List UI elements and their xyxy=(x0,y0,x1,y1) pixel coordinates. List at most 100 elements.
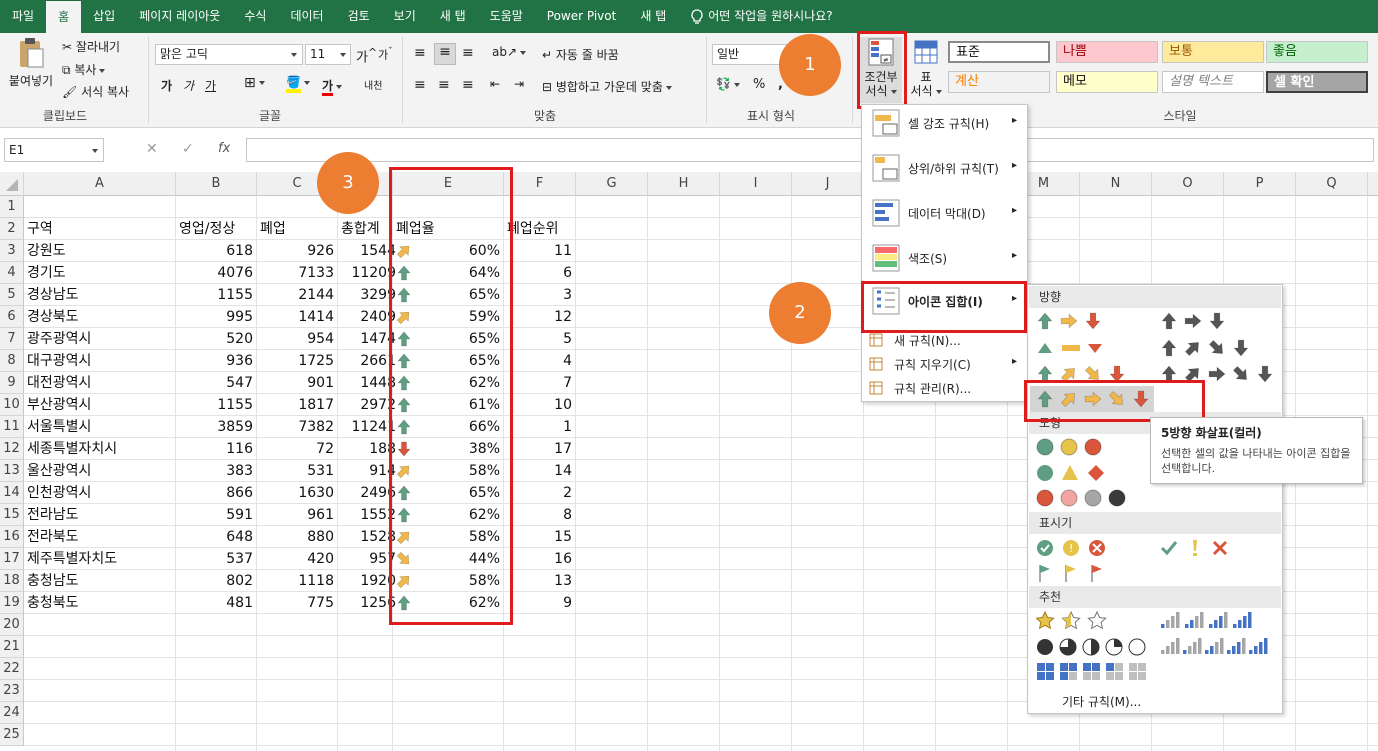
cell-open[interactable]: 1155 xyxy=(179,394,257,416)
row-header-5[interactable]: 5 xyxy=(0,284,24,306)
column-header-j[interactable]: J xyxy=(792,172,864,196)
icon-set-3-flags[interactable] xyxy=(1036,563,1112,586)
cell-region[interactable]: 경상남도 xyxy=(27,284,176,306)
enter-icon[interactable]: ✓ xyxy=(182,141,194,157)
tab-insert[interactable]: 삽입 xyxy=(81,0,127,33)
cell-region[interactable]: 전라북도 xyxy=(27,526,176,548)
icon-set-3-arrows-gray[interactable] xyxy=(1160,312,1232,333)
row-header-1[interactable]: 1 xyxy=(0,196,24,218)
icon-set-4-ratings[interactable] xyxy=(1160,611,1252,632)
tab-page-layout[interactable]: 페이지 레이아웃 xyxy=(127,0,232,33)
cell-rank[interactable]: 7 xyxy=(507,372,576,394)
row-header-15[interactable]: 15 xyxy=(0,504,24,526)
cell-open[interactable]: 3859 xyxy=(179,416,257,438)
cell-region[interactable]: 서울특별시 xyxy=(27,416,176,438)
column-header-h[interactable]: H xyxy=(648,172,720,196)
row-header-17[interactable]: 17 xyxy=(0,548,24,570)
cell-rank[interactable]: 11 xyxy=(507,240,576,262)
cell-rank[interactable]: 2 xyxy=(507,482,576,504)
cell-open[interactable]: 591 xyxy=(179,504,257,526)
tab-home[interactable]: 홈 xyxy=(46,0,82,33)
row-header-6[interactable]: 6 xyxy=(0,306,24,328)
column-header-q[interactable]: Q xyxy=(1296,172,1368,196)
row-header-25[interactable]: 25 xyxy=(0,724,24,746)
align-right-button[interactable]: ≡ xyxy=(462,77,474,93)
format-as-table-button[interactable]: 표 서식 xyxy=(906,37,946,103)
italic-button[interactable]: 가 xyxy=(183,77,194,94)
format-painter-button[interactable]: 🖌 서식 복사 xyxy=(62,83,129,100)
cell-rank[interactable]: 6 xyxy=(507,262,576,284)
cell-region[interactable]: 전라남도 xyxy=(27,504,176,526)
cell-region[interactable]: 대구광역시 xyxy=(27,350,176,372)
cell-rank[interactable]: 1 xyxy=(507,416,576,438)
row-header-19[interactable]: 19 xyxy=(0,592,24,614)
cell-style-6[interactable]: 메모 xyxy=(1056,71,1158,93)
icon-set-3-arrows-colored[interactable] xyxy=(1036,312,1108,333)
row-header-11[interactable]: 11 xyxy=(0,416,24,438)
row-header-22[interactable]: 22 xyxy=(0,658,24,680)
cf-menu-item-7[interactable]: 규칙 지우기(C) xyxy=(894,356,971,373)
cf-menu-item-1[interactable]: 셀 강조 규칙(H) xyxy=(908,115,989,132)
cell-open[interactable]: 618 xyxy=(179,240,257,262)
icon-set-3-stars[interactable] xyxy=(1035,610,1112,634)
cancel-icon[interactable]: ✕ xyxy=(146,141,158,157)
cell-region[interactable]: 대전광역시 xyxy=(27,372,176,394)
decrease-indent-button[interactable]: ⇤ xyxy=(490,77,500,91)
tab-data[interactable]: 데이터 xyxy=(278,0,335,33)
cell-region[interactable]: 광주광역시 xyxy=(27,328,176,350)
cell-closed[interactable]: 775 xyxy=(260,592,338,614)
row-header-10[interactable]: 10 xyxy=(0,394,24,416)
cell-open[interactable]: 936 xyxy=(179,350,257,372)
tab-view[interactable]: 보기 xyxy=(382,0,428,33)
cell-closed[interactable]: 7382 xyxy=(260,416,338,438)
tell-me-search[interactable]: 어떤 작업을 원하시나요? xyxy=(678,0,844,33)
phonetic-button[interactable]: 내천 xyxy=(364,77,382,92)
header-closed[interactable]: 폐업 xyxy=(260,218,338,240)
tab-review[interactable]: 검토 xyxy=(336,0,382,33)
font-name-combo[interactable]: 맑은 고딕 xyxy=(155,44,303,65)
cf-menu-item-4[interactable]: 색조(S) xyxy=(908,250,947,267)
cell-region[interactable]: 강원도 xyxy=(27,240,176,262)
underline-button[interactable]: 가 xyxy=(205,77,216,94)
cell-rank[interactable]: 9 xyxy=(507,592,576,614)
cell-rank[interactable]: 16 xyxy=(507,548,576,570)
insert-function-icon[interactable]: fx xyxy=(218,141,230,156)
cell-rank[interactable]: 10 xyxy=(507,394,576,416)
cell-style-7[interactable]: 설명 텍스트 xyxy=(1162,71,1264,93)
cell-rank[interactable]: 3 xyxy=(507,284,576,306)
row-header-14[interactable]: 14 xyxy=(0,482,24,504)
row-header-12[interactable]: 12 xyxy=(0,438,24,460)
select-all-corner[interactable] xyxy=(0,172,24,196)
increase-font-button[interactable]: 가^ xyxy=(356,46,377,65)
icon-set-3-symbols[interactable] xyxy=(1160,538,1236,561)
row-header-8[interactable]: 8 xyxy=(0,350,24,372)
tab-formulas[interactable]: 수식 xyxy=(232,0,278,33)
cell-open[interactable]: 520 xyxy=(179,328,257,350)
row-header-21[interactable]: 21 xyxy=(0,636,24,658)
wrap-text-button[interactable]: ↵ 자동 줄 바꿈 xyxy=(542,46,619,63)
cell-closed[interactable]: 880 xyxy=(260,526,338,548)
cell-open[interactable]: 537 xyxy=(179,548,257,570)
orientation-button[interactable]: ab↗ xyxy=(492,45,527,59)
icon-set-5-ratings[interactable] xyxy=(1160,637,1268,658)
cell-region[interactable]: 충청남도 xyxy=(27,570,176,592)
cell-rank[interactable]: 8 xyxy=(507,504,576,526)
cell-closed[interactable]: 2144 xyxy=(260,284,338,306)
row-header-16[interactable]: 16 xyxy=(0,526,24,548)
header-open[interactable]: 영업/정상 xyxy=(179,218,257,240)
column-header-n[interactable]: N xyxy=(1080,172,1152,196)
cell-closed[interactable]: 954 xyxy=(260,328,338,350)
cell-rank[interactable]: 4 xyxy=(507,350,576,372)
font-color-button[interactable]: 가 xyxy=(322,77,343,96)
font-size-combo[interactable]: 11 xyxy=(305,44,351,65)
accounting-format-button[interactable]: 💱 xyxy=(716,77,740,91)
cell-style-8[interactable]: 셀 확인 xyxy=(1266,71,1368,93)
tab-file[interactable]: 파일 xyxy=(0,0,46,33)
icon-set-3-traffic-lights[interactable] xyxy=(1036,438,1104,461)
cell-style-1[interactable]: 표준 xyxy=(948,41,1050,63)
cell-style-3[interactable]: 보통 xyxy=(1162,41,1264,63)
cell-closed[interactable]: 72 xyxy=(260,438,338,460)
cut-button[interactable]: ✂ 잘라내기 xyxy=(62,38,120,55)
merge-center-button[interactable]: ⊟ 병합하고 가운데 맞춤 xyxy=(542,78,672,95)
cell-open[interactable]: 4076 xyxy=(179,262,257,284)
